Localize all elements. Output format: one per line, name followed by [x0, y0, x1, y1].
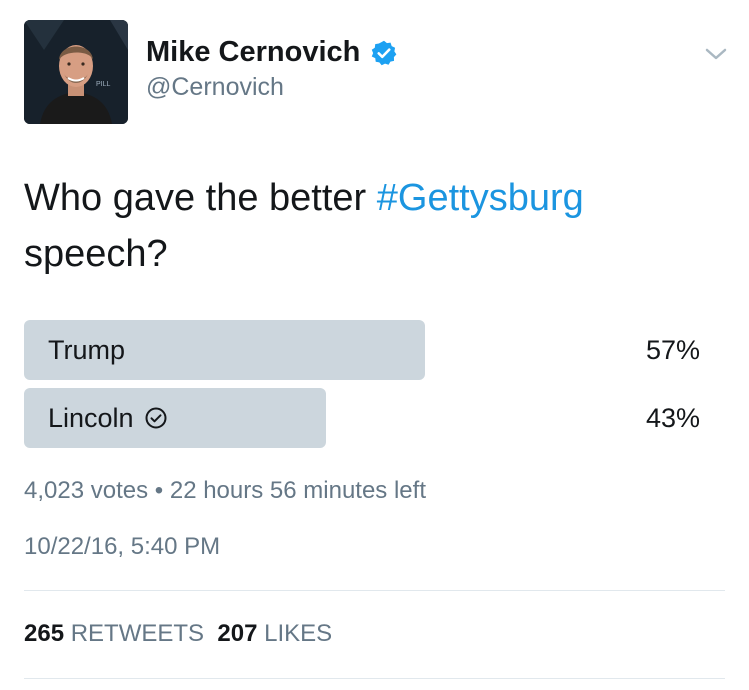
check-circle-icon [145, 407, 167, 429]
likes-stat[interactable]: 207 LIKES [217, 620, 332, 647]
tweet-text-before: Who gave the better [24, 177, 377, 219]
avatar-photo: PILL [24, 20, 128, 124]
poll-option-label-text: Lincoln [48, 403, 134, 433]
likes-count: 207 [217, 620, 258, 647]
poll-votes: 4,023 votes [24, 477, 149, 504]
engagement-stats: 265 RETWEETS 207 LIKES [24, 620, 332, 648]
hashtag-link[interactable]: #Gettysburg [377, 177, 584, 219]
verified-badge-icon [372, 40, 397, 65]
chevron-down-icon[interactable] [704, 44, 728, 64]
avatar[interactable]: PILL [24, 20, 128, 124]
author-handle[interactable]: @Cernovich [146, 73, 284, 102]
likes-label: LIKES [264, 620, 333, 647]
tweet-timestamp[interactable]: 10/22/16, 5:40 PM [24, 533, 220, 561]
avatar-backdrop-text: PILL [96, 81, 111, 88]
divider [24, 590, 725, 591]
poll-option-percent: 43% [645, 403, 700, 433]
tweet-text: Who gave the better #Gettysburg speech? [24, 170, 724, 282]
poll-option-lincoln[interactable]: Lincoln 43% [24, 388, 704, 448]
poll-option-percent: 57% [645, 335, 700, 365]
poll-option-label: Trump [48, 320, 125, 380]
retweets-count: 265 [24, 620, 65, 647]
divider [24, 678, 725, 679]
poll-option-trump[interactable]: Trump 57% [24, 320, 704, 380]
poll-option-label-text: Trump [48, 335, 126, 365]
author-name-row[interactable]: Mike Cernovich [146, 36, 398, 69]
poll-meta: 4,023 votes • 22 hours 56 minutes left [24, 477, 426, 505]
author-name[interactable]: Mike Cernovich [146, 36, 360, 69]
poll-option-label: Lincoln [48, 388, 168, 448]
retweets-stat[interactable]: 265 RETWEETS [24, 620, 204, 647]
retweets-label: RETWEETS [70, 620, 205, 647]
tweet-text-after: speech? [24, 233, 168, 275]
poll-time-left: 22 hours 56 minutes left [169, 477, 426, 504]
meta-separator: • [154, 477, 164, 504]
